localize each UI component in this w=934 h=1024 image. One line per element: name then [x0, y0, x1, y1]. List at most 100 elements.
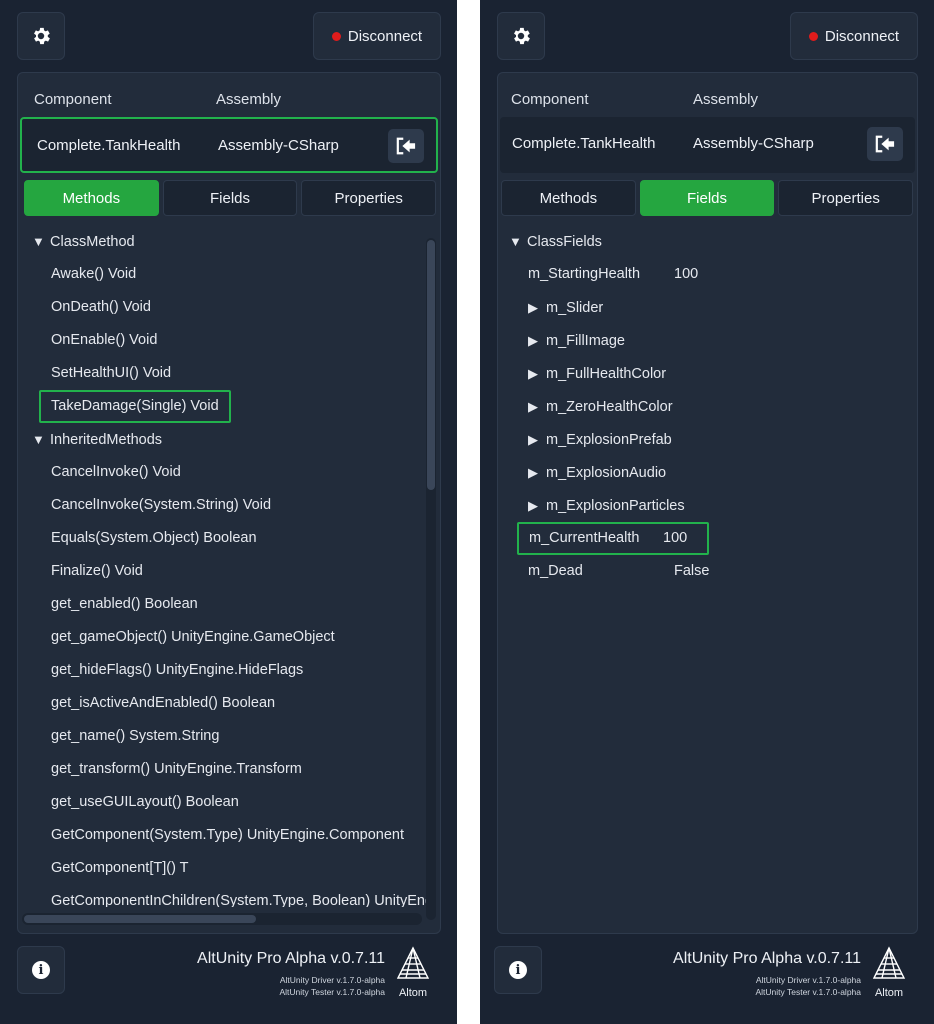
disconnect-button[interactable]: Disconnect — [790, 12, 918, 60]
tab-properties[interactable]: Properties — [301, 180, 437, 216]
info-button[interactable]: i — [494, 946, 542, 994]
left-panel-methods: Disconnect Component Assembly Complete.T… — [0, 0, 457, 1024]
method-item[interactable]: get_enabled() Boolean — [51, 588, 198, 621]
tab-bar: Methods Fields Properties — [24, 180, 437, 216]
method-item[interactable]: Equals(System.Object) Boolean — [51, 522, 257, 555]
method-item[interactable]: GetComponent[T]() T — [51, 852, 189, 885]
method-item[interactable]: get_transform() UnityEngine.Transform — [51, 753, 302, 786]
status-dot-icon — [331, 31, 341, 41]
assembly-name: Assembly-CSharp — [218, 137, 339, 154]
method-item[interactable]: GetComponent(System.Type) UnityEngine.Co… — [51, 819, 404, 852]
method-item[interactable]: get_useGUILayout() Boolean — [51, 786, 239, 819]
column-header-component: Component — [511, 91, 589, 108]
horizontal-scrollbar[interactable] — [22, 913, 422, 925]
expand-triangle-icon: ▶ — [528, 333, 538, 348]
driver-version: AltUnity Driver v.1.7.0-alpha — [279, 975, 385, 985]
field-name: m_Dead — [528, 563, 583, 579]
method-item[interactable]: GetComponentInChildren(System.Type, Bool… — [51, 885, 426, 907]
tab-properties[interactable]: Properties — [778, 180, 914, 216]
field-item-expandable[interactable]: ▶ m_Slider — [528, 291, 603, 324]
field-item-expandable[interactable]: ▶ m_ExplosionPrefab — [528, 423, 672, 456]
logo-text: Altom — [398, 987, 428, 999]
field-item[interactable]: m_StartingHealth 100 — [528, 258, 788, 291]
method-item[interactable]: CancelInvoke() Void — [51, 456, 181, 489]
method-item[interactable]: CancelInvoke(System.String) Void — [51, 489, 271, 522]
tab-fields[interactable]: Fields — [162, 180, 298, 216]
method-item[interactable]: Finalize() Void — [51, 555, 143, 588]
assembly-name: Assembly-CSharp — [693, 135, 814, 152]
disconnect-label: Disconnect — [824, 27, 900, 45]
altom-logo-icon — [396, 946, 430, 979]
group-class-fields[interactable]: ▼ ClassFields — [509, 225, 602, 258]
component-name: Complete.TankHealth — [37, 137, 181, 154]
exit-component-button[interactable] — [867, 127, 903, 161]
version-label: AltUnity Pro Alpha v.0.7.11 — [673, 950, 861, 967]
field-item-expandable[interactable]: ▶ m_ExplosionParticles — [528, 489, 685, 522]
expand-triangle-icon: ▶ — [528, 300, 538, 315]
method-item[interactable]: get_hideFlags() UnityEngine.HideFlags — [51, 654, 303, 687]
field-value: 100 — [663, 530, 688, 546]
inspector-content: Component Assembly Complete.TankHealth A… — [497, 72, 918, 934]
tab-fields[interactable]: Fields — [639, 180, 775, 216]
altom-logo-icon — [872, 946, 906, 979]
version-label: AltUnity Pro Alpha v.0.7.11 — [197, 950, 385, 967]
field-name: m_CurrentHealth — [529, 530, 640, 546]
group-class-method[interactable]: ▼ ClassMethod — [32, 225, 135, 258]
tab-methods[interactable]: Methods — [501, 180, 636, 216]
disconnect-button[interactable]: Disconnect — [313, 12, 441, 60]
collapse-triangle-icon: ▼ — [32, 432, 45, 447]
tester-version: AltUnity Tester v.1.7.0-alpha — [279, 987, 385, 997]
settings-button[interactable] — [497, 12, 545, 60]
info-button[interactable]: i — [17, 946, 65, 994]
methods-list: ▼ ClassMethod Awake() Void OnDeath() Void… — [18, 225, 426, 907]
expand-triangle-icon: ▶ — [528, 432, 538, 447]
info-icon: i — [32, 961, 50, 979]
field-item-expandable[interactable]: ▶ m_ZeroHealthColor — [528, 390, 673, 423]
settings-button[interactable] — [17, 12, 65, 60]
column-header-component: Component — [34, 91, 112, 108]
gear-icon — [514, 27, 530, 45]
collapse-triangle-icon: ▼ — [509, 234, 522, 249]
expand-triangle-icon: ▶ — [528, 465, 538, 480]
group-inherited-methods[interactable]: ▼ InheritedMethods — [32, 423, 162, 456]
method-item[interactable]: get_isActiveAndEnabled() Boolean — [51, 687, 275, 720]
tab-bar: Methods Fields Properties — [501, 180, 914, 216]
info-icon: i — [509, 961, 527, 979]
method-item[interactable]: OnEnable() Void — [51, 324, 157, 357]
exit-component-button[interactable] — [388, 129, 424, 163]
sign-in-icon — [396, 137, 416, 155]
expand-triangle-icon: ▶ — [528, 366, 538, 381]
field-item-expandable[interactable]: ▶ m_FullHealthColor — [528, 357, 666, 390]
column-header-assembly: Assembly — [693, 91, 759, 108]
method-item[interactable]: Awake() Void — [51, 258, 136, 291]
method-item[interactable]: SetHealthUI() Void — [51, 357, 171, 390]
expand-triangle-icon: ▶ — [528, 399, 538, 414]
method-item[interactable]: get_gameObject() UnityEngine.GameObject — [51, 621, 335, 654]
field-item[interactable]: m_Dead False — [528, 555, 788, 588]
method-item[interactable]: get_name() System.String — [51, 720, 219, 753]
altom-logo: Altom — [869, 946, 909, 999]
horizontal-scroll-thumb[interactable] — [24, 915, 256, 923]
component-row[interactable]: Complete.TankHealth Assembly-CSharp — [20, 117, 438, 173]
driver-version: AltUnity Driver v.1.7.0-alpha — [755, 975, 861, 985]
field-value: 100 — [674, 266, 699, 282]
field-item-expandable[interactable]: ▶ m_ExplosionAudio — [528, 456, 666, 489]
method-item[interactable]: OnDeath() Void — [51, 291, 151, 324]
field-value: False — [674, 563, 710, 579]
column-header-assembly: Assembly — [216, 91, 282, 108]
field-item-expandable[interactable]: ▶ m_FillImage — [528, 324, 625, 357]
right-panel-fields: Disconnect Component Assembly Complete.T… — [480, 0, 934, 1024]
vertical-scroll-thumb[interactable] — [427, 240, 435, 490]
component-row[interactable]: Complete.TankHealth Assembly-CSharp — [500, 117, 915, 173]
field-name: m_StartingHealth — [528, 266, 641, 282]
expand-triangle-icon: ▶ — [528, 498, 538, 513]
method-item-selected[interactable]: TakeDamage(Single) Void — [39, 390, 231, 423]
status-dot-icon — [808, 31, 818, 41]
logo-text: Altom — [874, 987, 904, 999]
gear-icon — [34, 27, 50, 45]
vertical-scrollbar[interactable] — [426, 238, 436, 920]
field-item-selected[interactable]: m_CurrentHealth 100 — [517, 522, 709, 555]
component-name: Complete.TankHealth — [512, 135, 656, 152]
tab-methods[interactable]: Methods — [24, 180, 159, 216]
collapse-triangle-icon: ▼ — [32, 234, 45, 249]
